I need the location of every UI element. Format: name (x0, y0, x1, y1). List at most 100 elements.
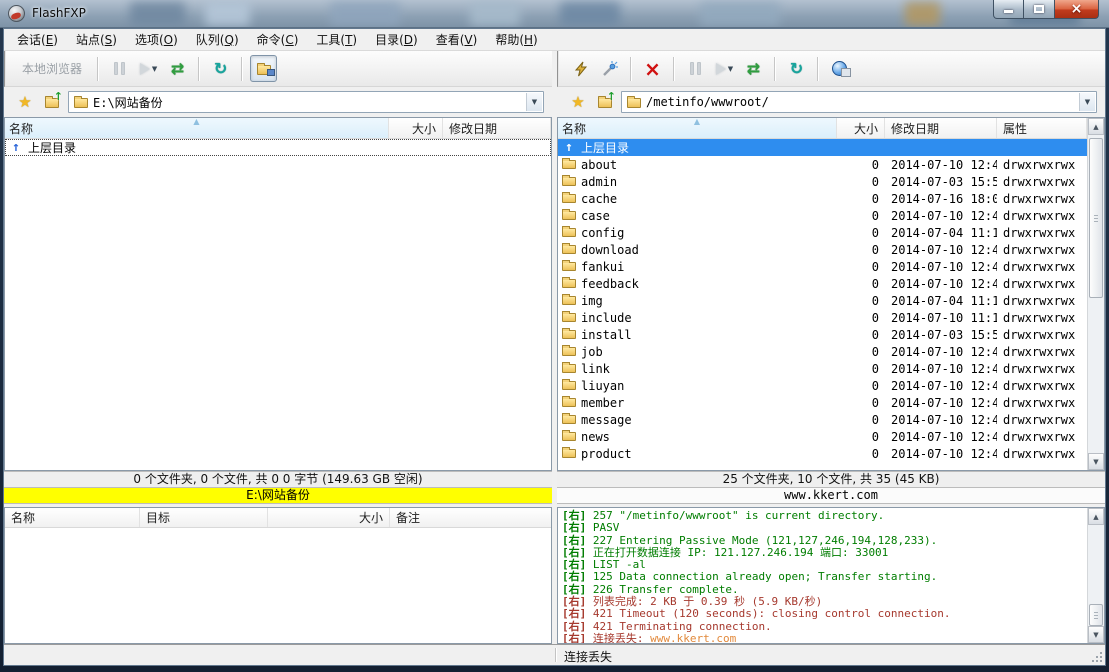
file-name: cache (581, 192, 617, 206)
transfer-button[interactable]: ⇄ (740, 55, 767, 82)
file-row[interactable]: liuyan 0 2014-07-10 12:47 drwxrwxrwx (558, 377, 1087, 394)
file-row[interactable]: link 0 2014-07-10 12:47 drwxrwxrwx (558, 360, 1087, 377)
favorites-button[interactable]: ★ (567, 91, 589, 113)
column-header-size[interactable]: 大小 (837, 118, 885, 138)
menu-item[interactable]: 帮助(H) (486, 28, 546, 51)
star-icon: ★ (18, 95, 31, 110)
file-row[interactable]: 上层目录 (5, 139, 551, 156)
panels: 本地浏览器 ▼ ⇄ ↻ ★ ↑ E:\网站备份 ▼ (4, 51, 1105, 644)
local-path-combobox[interactable]: E:\网站备份 ▼ (68, 91, 544, 113)
folder-compare-button[interactable] (250, 55, 277, 82)
reconnect-button[interactable] (596, 55, 623, 82)
scrollbar-thumb[interactable] (1089, 138, 1103, 298)
menu-item[interactable]: 队列(Q) (187, 28, 248, 51)
scroll-down-button[interactable]: ▼ (1088, 453, 1104, 470)
chevron-down-icon: ▼ (152, 65, 157, 73)
file-row[interactable]: admin 0 2014-07-03 15:55 drwxrwxrwx (558, 173, 1087, 190)
dropdown-button[interactable]: ▼ (1079, 93, 1095, 111)
file-size: 0 (837, 226, 885, 240)
file-date: 2014-07-10 12:47 (885, 158, 997, 172)
file-row[interactable]: img 0 2014-07-04 11:15 drwxrwxrwx (558, 292, 1087, 309)
site-manager-button[interactable] (826, 55, 853, 82)
local-pane: 本地浏览器 ▼ ⇄ ↻ ★ ↑ E:\网站备份 ▼ (4, 51, 552, 644)
start-queue-button[interactable]: ▼ (711, 55, 738, 82)
file-icon (562, 194, 576, 203)
log-prefix: [右] (562, 583, 586, 596)
log-text: 连接丢失: (593, 632, 650, 643)
parent-folder-button[interactable]: ↑ (41, 91, 63, 113)
menu-item[interactable]: 选项(O) (126, 28, 187, 51)
column-header-date[interactable]: 修改日期 (885, 118, 997, 138)
pause-queue-button[interactable] (106, 55, 133, 82)
file-row[interactable]: case 0 2014-07-10 12:47 drwxrwxrwx (558, 207, 1087, 224)
menu-item[interactable]: 查看(V) (427, 28, 487, 51)
file-date: 2014-07-10 12:47 (885, 345, 997, 359)
queue-column-size[interactable]: 大小 (268, 508, 390, 527)
file-row[interactable]: config 0 2014-07-04 11:16 drwxrwxrwx (558, 224, 1087, 241)
scroll-up-button[interactable]: ▲ (1088, 508, 1104, 525)
menu-item[interactable]: 命令(C) (248, 28, 308, 51)
minimize-button[interactable] (993, 0, 1024, 19)
quick-connect-button[interactable] (567, 55, 594, 82)
statusbar-separator (555, 648, 557, 662)
column-header-date[interactable]: 修改日期 (443, 118, 551, 138)
file-row[interactable]: install 0 2014-07-03 15:55 drwxrwxrwx (558, 326, 1087, 343)
menu-item[interactable]: 站点(S) (67, 28, 126, 51)
file-row[interactable]: about 0 2014-07-10 12:47 drwxrwxrwx (558, 156, 1087, 173)
glass-reflection (560, 2, 620, 26)
file-icon (562, 432, 576, 441)
maximize-button[interactable] (1024, 0, 1054, 19)
file-attrs: drwxrwxrwx (997, 226, 1087, 240)
menu-item[interactable]: 会话(E) (8, 28, 67, 51)
file-row[interactable]: download 0 2014-07-10 12:47 drwxrwxrwx (558, 241, 1087, 258)
column-header-name[interactable]: 名称▲ (5, 118, 389, 138)
queue-panel: 名称 目标 大小 备注 (4, 507, 552, 644)
refresh-button[interactable]: ↻ (207, 55, 234, 82)
parent-folder-button[interactable]: ↑ (594, 91, 616, 113)
remote-path-combobox[interactable]: /metinfo/wwwroot/ ▼ (621, 91, 1097, 113)
file-name: include (581, 311, 632, 325)
file-date: 2014-07-10 12:47 (885, 379, 997, 393)
refresh-button[interactable]: ↻ (783, 55, 810, 82)
file-row[interactable]: include 0 2014-07-10 11:17 drwxrwxrwx (558, 309, 1087, 326)
column-header-name[interactable]: 名称▲ (558, 118, 837, 138)
file-row[interactable]: product 0 2014-07-10 12:47 drwxrwxrwx (558, 445, 1087, 462)
file-row[interactable]: feedback 0 2014-07-10 12:47 drwxrwxrwx (558, 275, 1087, 292)
scroll-down-button[interactable]: ▼ (1088, 626, 1104, 643)
close-button[interactable]: × (1054, 0, 1099, 19)
file-row[interactable]: fankui 0 2014-07-10 12:47 drwxrwxrwx (558, 258, 1087, 275)
file-row[interactable]: 上层目录 (558, 139, 1087, 156)
local-browser-button[interactable]: 本地浏览器 (14, 60, 90, 77)
scrollbar-thumb[interactable] (1089, 604, 1103, 626)
disconnect-button[interactable]: × (639, 55, 666, 82)
file-row[interactable]: message 0 2014-07-10 12:47 drwxrwxrwx (558, 411, 1087, 428)
file-icon (562, 228, 576, 237)
file-date: 2014-07-10 12:47 (885, 447, 997, 461)
queue-column-name[interactable]: 名称 (5, 508, 140, 527)
file-row[interactable]: job 0 2014-07-10 12:47 drwxrwxrwx (558, 343, 1087, 360)
transfer-button[interactable]: ⇄ (164, 55, 191, 82)
client-area: 会话(E) 站点(S) 选项(O) 队列(Q) 命令(C) 工具(T) 目录(D… (3, 28, 1106, 666)
folder-icon (74, 98, 88, 108)
file-size: 0 (837, 175, 885, 189)
menu-item[interactable]: 目录(D) (366, 28, 427, 51)
queue-column-target[interactable]: 目标 (140, 508, 268, 527)
file-row[interactable]: news 0 2014-07-10 12:47 drwxrwxrwx (558, 428, 1087, 445)
file-row[interactable]: member 0 2014-07-10 12:47 drwxrwxrwx (558, 394, 1087, 411)
favorites-button[interactable]: ★ (14, 91, 36, 113)
column-header-size[interactable]: 大小 (389, 118, 443, 138)
start-queue-button[interactable]: ▼ (135, 55, 162, 82)
column-header-attrs[interactable]: 属性 (997, 118, 1087, 138)
pause-queue-button[interactable] (682, 55, 709, 82)
file-attrs: drwxrwxrwx (997, 243, 1087, 257)
scroll-up-button[interactable]: ▲ (1088, 118, 1104, 135)
resize-grip-icon[interactable] (1091, 651, 1104, 664)
file-row[interactable]: cache 0 2014-07-16 18:03 drwxrwxrwx (558, 190, 1087, 207)
log-prefix: [右] (562, 607, 586, 620)
toolbar-separator (97, 57, 99, 81)
dropdown-button[interactable]: ▼ (526, 93, 542, 111)
log-text: 正在打开数据连接 IP: 121.127.246.194 端口: 33001 (593, 546, 888, 559)
menu-item[interactable]: 工具(T) (307, 28, 366, 51)
log-line: [右] 连接丢失: www.kkert.com (562, 633, 1085, 643)
queue-column-notes[interactable]: 备注 (390, 508, 426, 527)
